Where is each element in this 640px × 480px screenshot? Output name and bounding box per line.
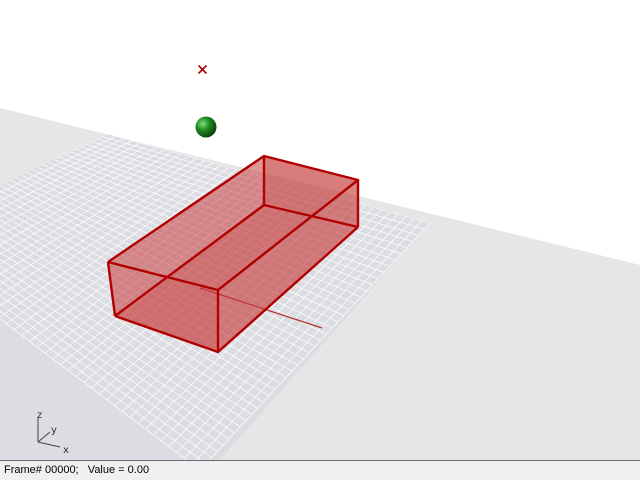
- 3d-viewport[interactable]: z y x: [0, 0, 640, 460]
- value-label: Value =: [87, 464, 125, 476]
- viewport-canvas[interactable]: z y x: [0, 0, 640, 460]
- sphere-object[interactable]: [195, 116, 217, 138]
- value-readout: 0.00: [127, 464, 150, 476]
- point-marker-icon[interactable]: [197, 64, 208, 75]
- axis-label-y: y: [51, 425, 57, 436]
- axis-label-x: x: [63, 445, 69, 456]
- status-bar: Frame# 00000; Value = 0.00: [0, 460, 640, 480]
- frame-label: Frame#: [4, 464, 42, 476]
- frame-value: 00000;: [44, 464, 79, 476]
- axis-label-z: z: [37, 410, 42, 421]
